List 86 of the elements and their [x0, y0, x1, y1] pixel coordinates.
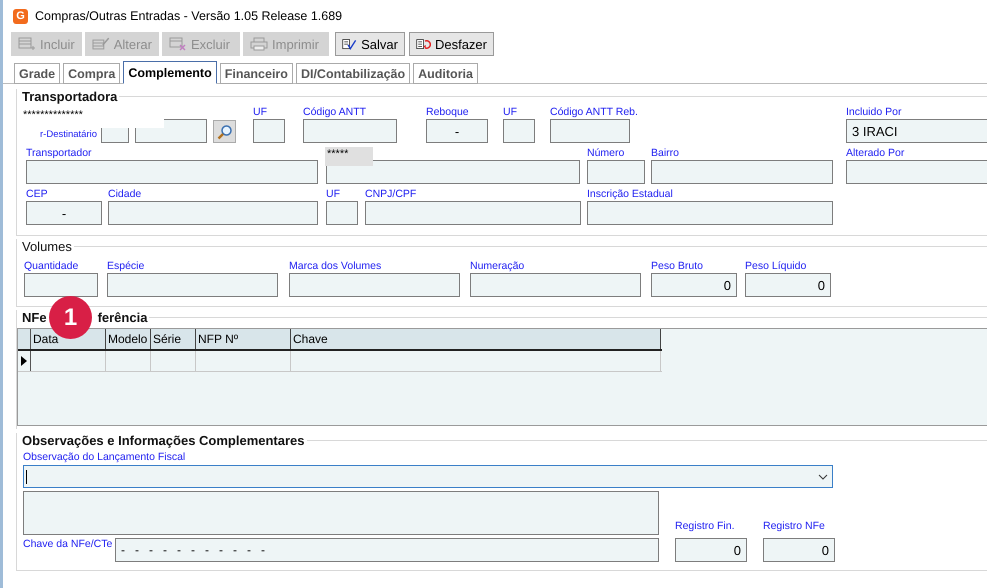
search-icon: [216, 124, 232, 140]
field-label: Transportador: [26, 147, 92, 160]
input-field[interactable]: [587, 201, 833, 225]
field-label: Incluido Por: [846, 106, 902, 119]
input-field[interactable]: [326, 201, 358, 225]
section-title: ferência: [96, 310, 148, 324]
text-cursor: [26, 470, 27, 484]
field-label: Número: [587, 147, 624, 160]
grid-corner: [18, 329, 31, 349]
field-label: Código ANTT: [303, 106, 366, 119]
input-field[interactable]: [108, 201, 318, 225]
field-label: CNPJ/CPF: [365, 188, 416, 201]
input-field[interactable]: [26, 160, 318, 184]
field-label: UF: [253, 106, 267, 119]
tab[interactable]: Complemento: [123, 61, 217, 84]
table-delete-icon: [169, 37, 187, 51]
input-field[interactable]: 0: [651, 273, 737, 297]
redaction-overlay: **************: [22, 108, 164, 128]
field-label: Observação do Lançamento Fiscal: [23, 451, 186, 464]
toolbar-button[interactable]: Salvar: [335, 32, 405, 56]
field-label: Reboque: [426, 106, 469, 119]
section-title: Transportadora: [21, 88, 118, 104]
input-field[interactable]: 0: [745, 273, 831, 297]
field-label: Peso Bruto: [651, 260, 703, 273]
search-button[interactable]: [213, 120, 236, 143]
field-label: Chave da NFe/CTe: [23, 537, 114, 551]
tab[interactable]: Financeiro: [220, 63, 293, 84]
field-label: CEP: [26, 188, 48, 201]
column-header[interactable]: NFP Nº: [196, 329, 291, 349]
dropdown-field[interactable]: [23, 465, 833, 488]
section-title: NFe: [21, 310, 48, 324]
input-field[interactable]: [107, 273, 278, 297]
field-label: Numeração: [470, 260, 524, 273]
field-label: Marca dos Volumes: [289, 260, 382, 273]
field-label: Registro Fin.: [675, 520, 735, 533]
input-field[interactable]: 0: [763, 538, 835, 562]
input-field[interactable]: [503, 119, 535, 143]
field-label: Bairro: [651, 147, 680, 160]
input-field[interactable]: [365, 201, 581, 225]
section-title: Observações e Informações Complementares: [21, 432, 306, 448]
field-label: Inscrição Estadual: [587, 188, 673, 201]
input-field[interactable]: [303, 119, 397, 143]
column-header[interactable]: Série: [151, 329, 196, 349]
input-field[interactable]: [550, 119, 630, 143]
row-pointer-icon: [21, 356, 27, 366]
section-title: Volumes: [21, 238, 73, 254]
tab[interactable]: Auditoria: [413, 63, 478, 84]
table-edit-icon: [92, 37, 110, 51]
field-label: Cidade: [108, 188, 142, 201]
input-field[interactable]: [651, 160, 833, 184]
input-field[interactable]: - - - - - - - - - - -: [115, 538, 659, 562]
tab[interactable]: Grade: [14, 63, 60, 84]
input-field[interactable]: [253, 119, 285, 143]
field-label: UF: [503, 106, 517, 119]
tab[interactable]: Compra: [63, 63, 120, 84]
tab[interactable]: DI/Contabilização: [296, 63, 410, 84]
field-label: UF: [326, 188, 340, 201]
field-label: Espécie: [107, 260, 144, 273]
field-label: r-Destinatário: [40, 129, 98, 140]
input-field[interactable]: [587, 160, 645, 184]
table-add-icon: [18, 37, 36, 51]
column-header[interactable]: Modelo: [106, 329, 151, 349]
input-field[interactable]: [846, 160, 987, 184]
window-title: Compras/Outras Entradas - Versão 1.05 Release 1.689: [35, 9, 342, 23]
field-label: Código ANTT Reb.: [550, 106, 638, 119]
field-label: Alterado Por: [846, 147, 904, 160]
column-header[interactable]: Chave: [291, 329, 661, 349]
document-undo-icon: [416, 36, 431, 52]
document-check-icon: [342, 36, 358, 52]
chevron-down-icon: [818, 474, 828, 480]
input-field[interactable]: [326, 160, 580, 184]
input-field[interactable]: [470, 273, 641, 297]
field-label: Peso Líquido: [745, 260, 806, 273]
input-field[interactable]: [289, 273, 460, 297]
text-area[interactable]: [23, 491, 659, 535]
field-label: Quantidade: [24, 260, 78, 273]
toolbar-button[interactable]: Desfazer: [409, 32, 494, 56]
input-field[interactable]: -: [26, 201, 102, 225]
redaction-overlay: *****: [325, 147, 373, 166]
input-field[interactable]: 0: [675, 538, 747, 562]
app-logo-icon: G: [13, 8, 28, 24]
printer-icon: [250, 37, 268, 51]
input-field[interactable]: [24, 273, 98, 297]
input-field[interactable]: 3 IRACI: [846, 119, 987, 143]
field-label: Registro NFe: [763, 520, 825, 533]
input-field[interactable]: -: [426, 119, 488, 143]
